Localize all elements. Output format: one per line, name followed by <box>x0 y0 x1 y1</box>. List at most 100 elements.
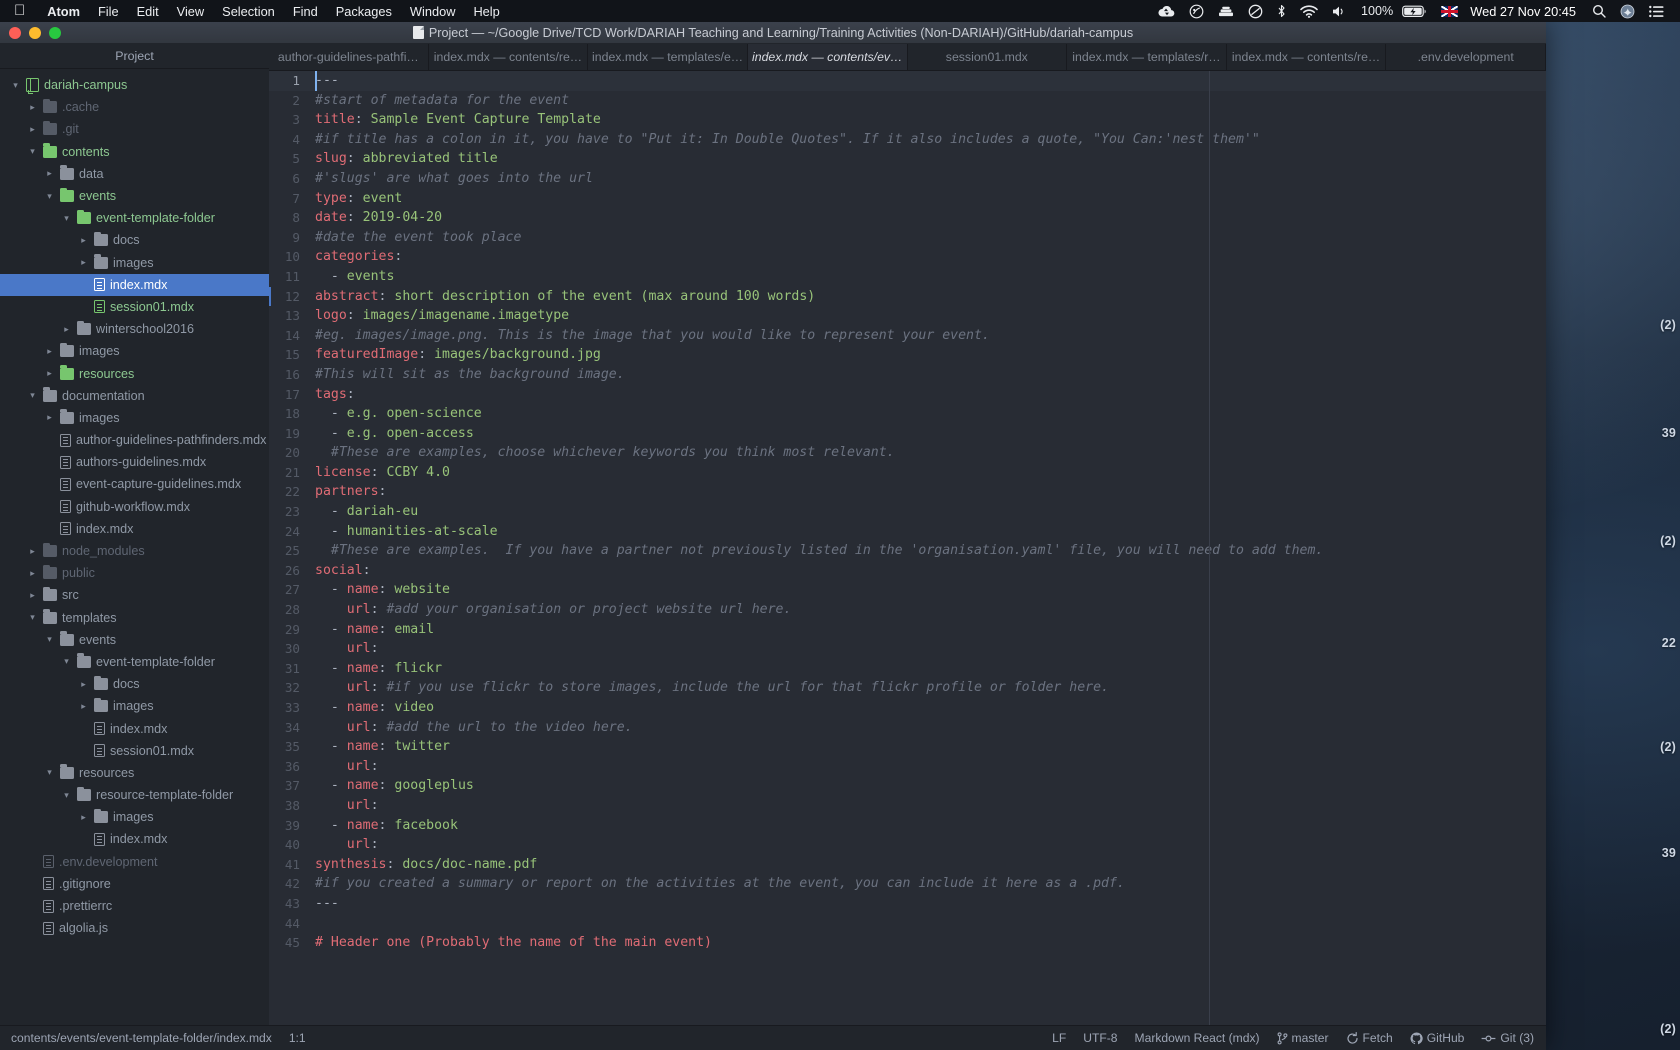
editor-line[interactable]: 22partners: <box>269 482 1546 502</box>
chevron-right-icon[interactable]: ▸ <box>43 347 56 356</box>
tree-item-index-mdx[interactable]: ▸index.mdx <box>0 518 269 540</box>
siri-icon[interactable] <box>1613 4 1642 19</box>
chevron-down-icon[interactable]: ▾ <box>26 613 39 622</box>
tab-3-active[interactable]: index.mdx — contents/ev… <box>748 44 908 70</box>
tree-item-documentation[interactable]: ▾documentation <box>0 385 269 407</box>
menu-bar-clock[interactable]: Wed 27 Nov 20:45 <box>1465 4 1585 19</box>
editor-line[interactable]: 14#eg. images/image.png. This is the ima… <box>269 326 1546 346</box>
editor-line[interactable]: 24 - humanities-at-scale <box>269 522 1546 542</box>
status-git-changes[interactable]: Git (3) <box>1481 1031 1534 1045</box>
editor-line[interactable]: 25 #These are examples. If you have a pa… <box>269 541 1546 561</box>
chevron-down-icon[interactable]: ▾ <box>60 791 73 800</box>
tree-item-session01-mdx[interactable]: ▸session01.mdx <box>0 740 269 762</box>
editor-line[interactable]: 44 <box>269 914 1546 934</box>
editor-line[interactable]: 29 - name: email <box>269 620 1546 640</box>
tree-item-images[interactable]: ▸images <box>0 407 269 429</box>
notification-center-icon[interactable] <box>1642 5 1671 18</box>
chevron-right-icon[interactable]: ▸ <box>77 236 90 245</box>
zoom-button[interactable] <box>49 27 61 39</box>
tree-item--gitignore[interactable]: ▸.gitignore <box>0 873 269 895</box>
editor-line[interactable]: 38 url: <box>269 796 1546 816</box>
volume-icon[interactable] <box>1325 5 1354 18</box>
chevron-down-icon[interactable]: ▾ <box>60 214 73 223</box>
chevron-right-icon[interactable]: ▸ <box>26 591 39 600</box>
tree-item-author-guidelines-pathfinders-mdx[interactable]: ▸author-guidelines-pathfinders.mdx <box>0 429 269 451</box>
editor-line[interactable]: 9#date the event took place <box>269 228 1546 248</box>
tree-item-events[interactable]: ▾events <box>0 629 269 651</box>
tab-5[interactable]: index.mdx — templates/r… <box>1067 44 1227 70</box>
bluetooth-icon[interactable] <box>1270 4 1293 18</box>
wifi-icon[interactable] <box>1293 5 1325 18</box>
tab-6[interactable]: index.mdx — contents/re… <box>1227 44 1387 70</box>
tree-item-images[interactable]: ▸images <box>0 340 269 362</box>
editor-line[interactable]: 39 - name: facebook <box>269 816 1546 836</box>
tab-bar[interactable]: author-guidelines-pathfi…index.mdx — con… <box>269 44 1546 71</box>
tree-item-docs[interactable]: ▸docs <box>0 229 269 251</box>
editor-line[interactable]: 40 url: <box>269 835 1546 855</box>
chevron-right-icon[interactable]: ▸ <box>60 325 73 334</box>
editor-line[interactable]: 2#start of metadata for the event <box>269 91 1546 111</box>
chevron-right-icon[interactable]: ▸ <box>77 813 90 822</box>
do-not-disturb-icon[interactable] <box>1241 4 1270 19</box>
chevron-down-icon[interactable]: ▾ <box>26 391 39 400</box>
tree-item-github-workflow-mdx[interactable]: ▸github-workflow.mdx <box>0 496 269 518</box>
tree-item--cache[interactable]: ▸.cache <box>0 96 269 118</box>
tree-item-event-template-folder[interactable]: ▾event-template-folder <box>0 651 269 673</box>
editor-line[interactable]: 23 - dariah-eu <box>269 502 1546 522</box>
tree-item--env-development[interactable]: ▸.env.development <box>0 851 269 873</box>
chevron-down-icon[interactable]: ▾ <box>43 635 56 644</box>
editor-line[interactable]: 11 - events <box>269 267 1546 287</box>
uk-flag-icon[interactable] <box>1434 6 1465 17</box>
editor-line[interactable]: 4#if title has a colon in it, you have t… <box>269 130 1546 150</box>
editor-line[interactable]: 21license: CCBY 4.0 <box>269 463 1546 483</box>
tree-item-index-mdx[interactable]: ▸index.mdx <box>0 274 269 296</box>
menu-item-file[interactable]: File <box>89 4 128 19</box>
editor-line[interactable]: 1--- <box>269 71 1546 91</box>
editor-line[interactable]: 32 url: #if you use flickr to store imag… <box>269 678 1546 698</box>
chevron-right-icon[interactable]: ▸ <box>77 702 90 711</box>
tree-item-algolia-js[interactable]: ▸algolia.js <box>0 917 269 939</box>
tree-item-images[interactable]: ▸images <box>0 252 269 274</box>
tree-item-src[interactable]: ▸src <box>0 584 269 606</box>
tab-7[interactable]: .env.development <box>1386 44 1546 70</box>
tree-item-templates[interactable]: ▾templates <box>0 607 269 629</box>
menu-item-find[interactable]: Find <box>284 4 327 19</box>
tree-item-index-mdx[interactable]: ▸index.mdx <box>0 828 269 850</box>
chevron-down-icon[interactable]: ▾ <box>26 147 39 156</box>
editor-line[interactable]: 31 - name: flickr <box>269 659 1546 679</box>
tab-2[interactable]: index.mdx — templates/e… <box>588 44 748 70</box>
menu-item-help[interactable]: Help <box>464 4 508 19</box>
tree-item-data[interactable]: ▸data <box>0 163 269 185</box>
tree-item-resource-template-folder[interactable]: ▾resource-template-folder <box>0 784 269 806</box>
status-encoding[interactable]: UTF-8 <box>1083 1031 1117 1045</box>
editor-line[interactable]: 34 url: #add the url to the video here. <box>269 718 1546 738</box>
chevron-right-icon[interactable]: ▸ <box>77 680 90 689</box>
chevron-right-icon[interactable]: ▸ <box>26 125 39 134</box>
tree-item-images[interactable]: ▸images <box>0 695 269 717</box>
tab-4[interactable]: session01.mdx <box>908 44 1068 70</box>
menu-item-edit[interactable]: Edit <box>128 4 168 19</box>
editor-line[interactable]: 13logo: images/imagename.imagetype <box>269 306 1546 326</box>
menu-item-view[interactable]: View <box>168 4 214 19</box>
editor-line[interactable]: 6#'slugs' are what goes into the url <box>269 169 1546 189</box>
editor-line[interactable]: 3title: Sample Event Capture Template <box>269 110 1546 130</box>
menu-item-atom[interactable]: Atom <box>38 4 89 19</box>
tree-item-resources[interactable]: ▾resources <box>0 762 269 784</box>
chevron-right-icon[interactable]: ▸ <box>77 258 90 267</box>
close-button[interactable] <box>9 27 21 39</box>
tree-item--prettierrc[interactable]: ▸.prettierrc <box>0 895 269 917</box>
chevron-down-icon[interactable]: ▾ <box>43 768 56 777</box>
chevron-down-icon[interactable]: ▾ <box>60 657 73 666</box>
editor-lines[interactable]: 1---2#start of metadata for the event3ti… <box>269 71 1546 953</box>
editor-line[interactable]: 10categories: <box>269 247 1546 267</box>
editor-line[interactable]: 26social: <box>269 561 1546 581</box>
editor-line[interactable]: 45# Header one (Probably the name of the… <box>269 933 1546 953</box>
editor-line[interactable]: 27 - name: website <box>269 580 1546 600</box>
tree-item-event-template-folder[interactable]: ▾event-template-folder <box>0 207 269 229</box>
chevron-right-icon[interactable]: ▸ <box>43 369 56 378</box>
chevron-right-icon[interactable]: ▸ <box>43 413 56 422</box>
chevron-down-icon[interactable]: ▾ <box>9 81 22 90</box>
tree-item-docs[interactable]: ▸docs <box>0 673 269 695</box>
editor-line[interactable]: 12abstract: short description of the eve… <box>269 287 1546 307</box>
cloud-sync-icon[interactable] <box>1151 5 1182 18</box>
